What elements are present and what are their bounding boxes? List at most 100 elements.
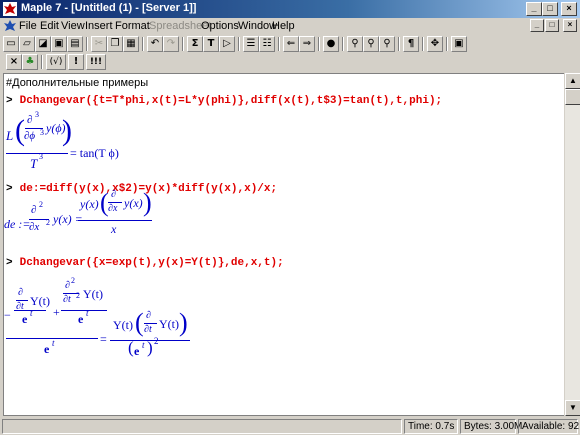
zoom-200-icon[interactable]: ⚲	[379, 36, 395, 52]
maple-input-3[interactable]: Dchangevar({x=exp(t),y(x)=Y(t)},de,x,t);	[20, 257, 284, 269]
status-available: Available: 92.3M	[518, 419, 580, 434]
out3-lparen2: (	[128, 338, 134, 357]
out3-eq: =	[100, 332, 107, 346]
menu-bar: File Edit View Insert Format Spreadsheet…	[0, 18, 580, 34]
input-icon[interactable]: ▷	[219, 36, 235, 52]
menu-options[interactable]: Options	[201, 20, 239, 32]
document-icon[interactable]	[3, 19, 17, 33]
zoom-150-icon[interactable]: ⚲	[363, 36, 379, 52]
out2-yx3: y(x)	[124, 196, 143, 210]
window-title: Maple 7 - [Untitled (1) - [Server 1]]	[21, 2, 197, 14]
new-icon[interactable]: ▭	[3, 36, 19, 52]
out3-rparen: )	[179, 308, 188, 337]
mdi-close-button[interactable]: ×	[563, 19, 577, 32]
redo-icon[interactable]: ↷	[163, 36, 179, 52]
copy-icon[interactable]: ❐	[107, 36, 123, 52]
vertical-scrollbar[interactable]: ▲ ▼	[564, 73, 580, 416]
input-line-3[interactable]: > Dchangevar({x=exp(t),y(x)=Y(t)},de,x,t…	[6, 256, 284, 269]
worksheet[interactable]: #Дополнительные примеры > Dchangevar({t=…	[3, 73, 565, 416]
out1-L: L	[6, 128, 14, 143]
context-toolbar: × ♣ (√) ! !!!	[0, 53, 580, 71]
menu-format[interactable]: Format	[115, 20, 150, 32]
prompt: >	[6, 257, 13, 269]
out1-phiexp: 3	[40, 128, 44, 137]
out1-T: T	[30, 156, 38, 171]
out3-t4: t	[142, 340, 145, 350]
mdi-minimize-button[interactable]: _	[530, 19, 544, 32]
out2-dd: ∂	[111, 189, 116, 200]
title-bar: Maple 7 - [Untitled (1) - [Server 1]] _ …	[0, 0, 580, 18]
out3-two2: 2	[154, 336, 159, 346]
out3-Yt2: Y(t)	[83, 287, 103, 301]
menu-insert[interactable]: Insert	[85, 20, 113, 32]
indent-icon[interactable]: ☰	[243, 36, 259, 52]
print-icon[interactable]: ▤	[67, 36, 83, 52]
close-icon[interactable]: ×	[6, 54, 22, 70]
out3-d2: ∂	[65, 280, 70, 291]
out3-t3: t	[52, 338, 55, 348]
out3-rparen2: )	[147, 338, 153, 357]
out2-rparen: )	[143, 188, 152, 217]
back-icon[interactable]: ⇐	[283, 36, 299, 52]
open-url-icon[interactable]: ◪	[35, 36, 51, 52]
execute-all-button[interactable]: !	[68, 54, 84, 70]
out3-Yt: Y(t)	[30, 294, 50, 308]
status-bytes: Bytes: 3.00M	[460, 419, 522, 434]
minimize-button[interactable]: _	[526, 2, 542, 16]
out3-two: 2	[71, 276, 75, 285]
out3-e4: e	[134, 344, 140, 358]
out2-d2: ∂	[31, 204, 37, 216]
restart-icon[interactable]: ✥	[427, 36, 443, 52]
menu-file[interactable]: File	[19, 20, 37, 32]
menu-view[interactable]: View	[61, 20, 85, 32]
sigma-icon[interactable]: Σ	[187, 36, 203, 52]
out3-e3: e	[44, 342, 50, 356]
text-icon[interactable]: T	[203, 36, 219, 52]
execute-worksheet-button[interactable]: !!!	[86, 54, 106, 70]
maximize-button[interactable]: □	[542, 2, 558, 16]
stop-icon[interactable]: ●	[323, 36, 339, 52]
maple-window: Maple 7 - [Untitled (1) - [Server 1]] _ …	[0, 0, 580, 435]
help-icon[interactable]: ▣	[451, 36, 467, 52]
out2-frac-bar	[78, 220, 152, 221]
out3-e1: e	[22, 312, 28, 326]
status-time: Time: 0.7s	[404, 419, 458, 434]
menu-edit[interactable]: Edit	[40, 20, 59, 32]
mdi-restore-button[interactable]: □	[545, 19, 559, 32]
out3-t2: t	[86, 308, 89, 318]
scroll-up-icon[interactable]: ▲	[565, 73, 580, 89]
sqrt-button[interactable]: (√)	[46, 54, 66, 70]
status-bar: Time: 0.7s Bytes: 3.00M Available: 92.3M	[0, 417, 580, 435]
out3-ddt: ∂t	[144, 324, 152, 335]
scroll-down-icon[interactable]: ▼	[565, 400, 580, 416]
maple-leaf-icon	[3, 2, 17, 16]
out2-dx2: ∂x	[29, 221, 40, 233]
paragraph-icon[interactable]: ¶	[403, 36, 419, 52]
execute-icon[interactable]: ♣	[22, 54, 38, 70]
status-message	[2, 419, 402, 434]
out2-yx2: y(x)	[80, 197, 99, 211]
input-line-2[interactable]: > de:=diff(y(x),x$2)=y(x)*diff(y(x),x)/x…	[6, 182, 277, 195]
outdent-icon[interactable]: ☷	[259, 36, 275, 52]
open-icon[interactable]: ▱	[19, 36, 35, 52]
save-icon[interactable]: ▣	[51, 36, 67, 52]
out3-plus: +	[53, 305, 60, 319]
input-line-1[interactable]: > Dchangevar({t=T*phi,x(t)=L*y(phi)},dif…	[6, 94, 442, 107]
out1-dphi: ∂ϕ	[24, 130, 36, 142]
forward-icon[interactable]: ⇒	[299, 36, 315, 52]
prompt: >	[6, 183, 13, 195]
close-button[interactable]: ×	[561, 2, 577, 16]
maple-input-1[interactable]: Dchangevar({t=T*phi,x(t)=L*y(phi)},diff(…	[20, 95, 442, 107]
zoom-100-icon[interactable]: ⚲	[347, 36, 363, 52]
paste-icon[interactable]: ▦	[123, 36, 139, 52]
out3-two-b: 2	[76, 291, 80, 300]
out2-den: x	[111, 222, 117, 236]
out2-lhs: de :=	[4, 217, 31, 231]
prompt: >	[6, 95, 13, 107]
scroll-thumb[interactable]	[565, 89, 580, 105]
main-toolbar: ▭ ▱ ◪ ▣ ▤ ✂ ❐ ▦ ↶ ↷ Σ T ▷ ☰ ☷ ⇐ ⇒ ● ⚲ ⚲ …	[0, 35, 580, 53]
cut-icon[interactable]: ✂	[91, 36, 107, 52]
out1-frac-bar	[6, 153, 68, 154]
menu-help[interactable]: Help	[272, 20, 295, 32]
undo-icon[interactable]: ↶	[147, 36, 163, 52]
